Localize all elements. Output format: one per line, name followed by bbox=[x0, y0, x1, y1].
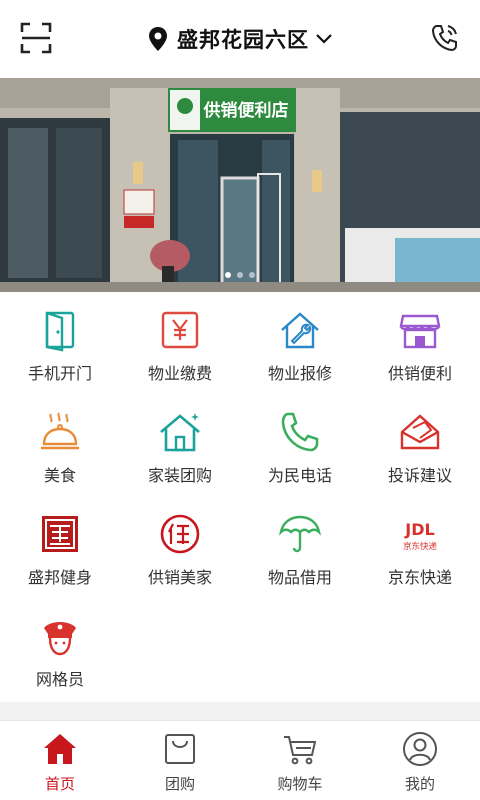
home-icon bbox=[44, 734, 76, 764]
location-name: 盛邦花园六区 bbox=[177, 28, 309, 52]
shop-icon bbox=[399, 314, 441, 349]
grid-item-repair[interactable]: 物业报修 bbox=[240, 292, 360, 394]
mail-icon bbox=[400, 414, 440, 450]
grid-item-label: 为民电话 bbox=[267, 466, 332, 485]
chevron-down-icon bbox=[316, 34, 332, 44]
grid-item-food[interactable]: 美食 bbox=[0, 394, 120, 496]
grid-item-fitness[interactable]: 盛邦健身 bbox=[0, 496, 120, 598]
umbrella-icon bbox=[279, 515, 321, 553]
grid-item-meijia[interactable]: 供销美家 bbox=[120, 496, 240, 598]
top-header: 盛邦花园六区 bbox=[0, 0, 480, 78]
grid-item-label: 供销美家 bbox=[147, 568, 212, 587]
tab-label: 团购 bbox=[164, 775, 195, 793]
store-sign-text: 供销便利店 bbox=[203, 100, 289, 121]
tab-label: 购物车 bbox=[277, 775, 323, 793]
section-divider bbox=[0, 702, 480, 720]
grid-item-label: 盛邦健身 bbox=[27, 568, 92, 587]
jdl-logo-icon: JDL 京东快递 bbox=[403, 520, 438, 552]
grid-item-grid-officer[interactable]: 网格员 bbox=[0, 598, 120, 700]
grid-item-label: 手机开门 bbox=[27, 364, 92, 383]
tab-home[interactable]: 首页 bbox=[0, 721, 120, 800]
meijia-logo-icon bbox=[160, 514, 200, 554]
police-cap-icon bbox=[44, 622, 76, 656]
carousel-dot[interactable] bbox=[249, 272, 255, 278]
grid-item-label: 美食 bbox=[43, 466, 76, 485]
banner-carousel[interactable]: 供销便利店 bbox=[0, 78, 480, 292]
svg-text:京东快递: 京东快递 bbox=[403, 541, 438, 552]
tab-profile[interactable]: 我的 bbox=[360, 721, 480, 800]
grid-item-door[interactable]: 手机开门 bbox=[0, 292, 120, 394]
grid-item-borrow[interactable]: 物品借用 bbox=[240, 496, 360, 598]
phone-icon bbox=[281, 412, 319, 452]
grid-item-label: 投诉建议 bbox=[387, 466, 452, 485]
location-pin-icon bbox=[149, 27, 167, 51]
carousel-dot[interactable] bbox=[225, 272, 231, 278]
cart-icon bbox=[284, 736, 317, 765]
grid-item-decor[interactable]: 家装团购 bbox=[120, 394, 240, 496]
carousel-dot[interactable] bbox=[237, 272, 243, 278]
grid-item-payment[interactable]: 物业缴费 bbox=[120, 292, 240, 394]
svg-text:JDL: JDL bbox=[404, 520, 434, 539]
yen-bill-icon bbox=[161, 311, 199, 349]
house-icon bbox=[160, 413, 200, 452]
door-icon bbox=[45, 311, 75, 352]
bag-icon bbox=[165, 734, 195, 764]
grid-item-label: 物品借用 bbox=[267, 568, 332, 587]
service-grid: 手机开门 物业缴费 物业报修 供销便利 美食 家装团购 为民电话 投诉建议 盛邦… bbox=[0, 292, 480, 702]
grid-item-label: 京东快递 bbox=[387, 568, 452, 587]
tab-label: 首页 bbox=[44, 775, 75, 793]
grid-item-label: 家装团购 bbox=[147, 466, 212, 485]
bottom-tab-bar: 首页 团购 购物车 我的 bbox=[0, 720, 480, 800]
grid-item-label: 物业缴费 bbox=[147, 364, 212, 383]
user-icon bbox=[403, 732, 437, 766]
house-wrench-icon bbox=[281, 312, 319, 349]
grid-item-shop[interactable]: 供销便利 bbox=[360, 292, 480, 394]
grid-item-label: 物业报修 bbox=[267, 364, 332, 383]
fitness-logo-icon bbox=[42, 516, 78, 552]
tab-groupbuy[interactable]: 团购 bbox=[120, 721, 240, 800]
grid-item-express[interactable]: JDL 京东快递 京东快递 bbox=[360, 496, 480, 598]
food-cloche-icon bbox=[41, 412, 79, 450]
banner-image: 供销便利店 bbox=[0, 78, 480, 292]
phone-icon[interactable] bbox=[430, 22, 460, 54]
grid-item-label: 供销便利 bbox=[387, 364, 452, 383]
grid-item-complaint[interactable]: 投诉建议 bbox=[360, 394, 480, 496]
grid-item-label: 网格员 bbox=[35, 670, 84, 689]
location-selector[interactable]: 盛邦花园六区 bbox=[0, 22, 480, 56]
grid-item-hotline[interactable]: 为民电话 bbox=[240, 394, 360, 496]
tab-label: 我的 bbox=[404, 775, 435, 793]
tab-cart[interactable]: 购物车 bbox=[240, 721, 360, 800]
carousel-indicator bbox=[0, 272, 480, 278]
